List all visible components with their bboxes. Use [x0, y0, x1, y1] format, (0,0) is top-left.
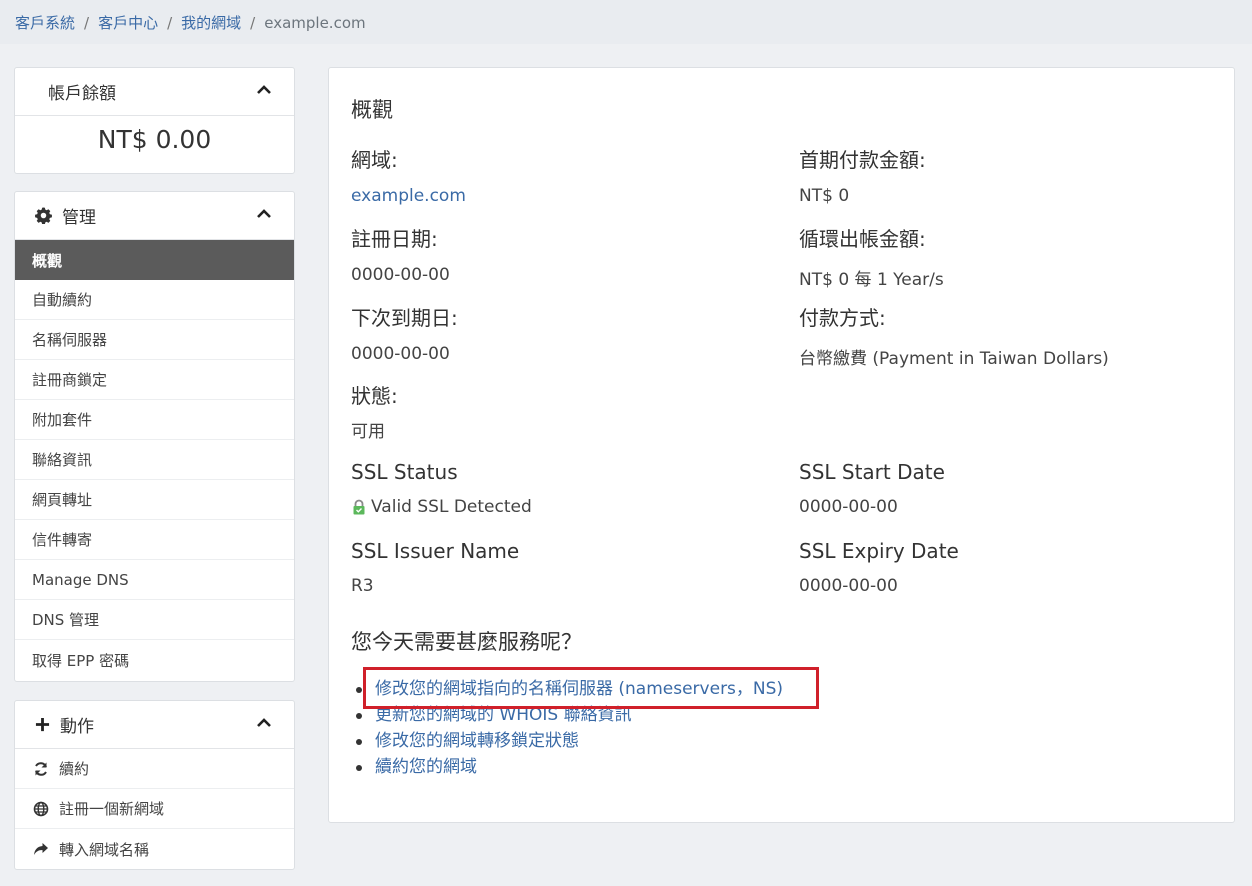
ssl-issuer-label: SSL Issuer Name	[351, 539, 520, 563]
payment-method-field: 付款方式: 台幣繳費 (Payment in Taiwan Dollars)	[799, 302, 1109, 369]
balance-panel-title: 帳戶餘額	[48, 84, 116, 104]
recurring-field: 循環出帳金額: NT$ 0 每 1 Year/s	[799, 223, 944, 290]
first-payment-label: 首期付款金額:	[799, 148, 926, 172]
ssl-status-field: SSL Status Valid SSL Detected	[351, 460, 532, 517]
menu-item-contact-info[interactable]: 聯絡資訊	[15, 440, 294, 480]
menu-item-registrar-lock[interactable]: 註冊商鎖定	[15, 360, 294, 400]
ssl-expiry-label: SSL Expiry Date	[799, 539, 959, 563]
breadcrumb-link-client-center[interactable]: 客戶中心	[98, 14, 158, 32]
ssl-start-field: SSL Start Date 0000-00-00	[799, 460, 945, 517]
gear-icon	[35, 207, 52, 224]
chevron-up-icon[interactable]	[256, 206, 272, 222]
menu-item-auto-renew[interactable]: 自動續約	[15, 280, 294, 320]
plus-icon	[35, 717, 50, 732]
ssl-status-value: Valid SSL Detected	[371, 497, 532, 517]
ssl-start-label: SSL Start Date	[799, 460, 945, 484]
menu-item-overview[interactable]: 概觀	[15, 240, 294, 280]
ssl-issuer-field: SSL Issuer Name R3	[351, 539, 519, 596]
domain-link[interactable]: example.com	[351, 186, 466, 206]
chevron-up-icon[interactable]	[256, 82, 272, 98]
breadcrumb: 客戶系統 / 客戶中心 / 我的網域 / example.com	[0, 0, 1252, 44]
domain-label: 網域:	[351, 148, 398, 172]
next-due-label: 下次到期日:	[351, 306, 458, 330]
refresh-icon	[35, 761, 47, 776]
reg-date-field: 註冊日期: 0000-00-00	[351, 223, 450, 285]
menu-item-epp-code[interactable]: 取得 EPP 密碼	[15, 640, 294, 680]
ssl-start-value: 0000-00-00	[799, 497, 898, 517]
balance-panel: 帳戶餘額 NT$ 0.00	[14, 67, 295, 174]
next-due-field: 下次到期日: 0000-00-00	[351, 302, 458, 364]
ssl-status-row: Valid SSL Detected	[351, 497, 532, 517]
overview-title: 概觀	[351, 98, 393, 122]
breadcrumb-separator: /	[250, 14, 256, 32]
domain-field: 網域: example.com	[351, 144, 466, 206]
manage-panel: 管理 概觀 自動續約 名稱伺服器 註冊商鎖定 附加套件 聯絡資訊 網頁轉址 信件…	[14, 191, 295, 682]
action-renew-label: 續約	[59, 760, 90, 778]
help-link-transfer-lock[interactable]: 修改您的網域轉移鎖定狀態	[355, 728, 783, 754]
action-register-domain[interactable]: 註冊一個新網域	[15, 789, 294, 829]
help-title: 您今天需要甚麼服務呢？	[351, 630, 582, 654]
ssl-expiry-field: SSL Expiry Date 0000-00-00	[799, 539, 959, 596]
balance-value: NT$ 0.00	[97, 125, 212, 154]
breadcrumb-link-my-domains[interactable]: 我的網域	[181, 14, 241, 32]
highlight-annotation-box	[363, 667, 819, 709]
status-value: 可用	[351, 422, 385, 442]
menu-item-email-forwarding[interactable]: 信件轉寄	[15, 520, 294, 560]
status-field: 狀態: 可用	[351, 380, 398, 442]
recurring-label: 循環出帳金額:	[799, 227, 926, 251]
menu-item-nameservers[interactable]: 名稱伺服器	[15, 320, 294, 360]
menu-item-dns-management[interactable]: DNS 管理	[15, 600, 294, 640]
manage-panel-title: 管理	[62, 208, 96, 228]
breadcrumb-link-client-system[interactable]: 客戶系統	[15, 14, 75, 32]
action-renew[interactable]: 續約	[15, 749, 294, 789]
reg-date-label: 註冊日期:	[351, 227, 438, 251]
actions-panel: 動作 續約 註冊一個新網域 轉入網域名稱	[14, 700, 295, 870]
actions-panel-header[interactable]: 動作	[15, 701, 294, 749]
next-due-value: 0000-00-00	[351, 344, 450, 364]
manage-panel-header[interactable]: 管理	[15, 192, 294, 240]
share-icon	[34, 843, 48, 855]
menu-item-addons[interactable]: 附加套件	[15, 400, 294, 440]
first-payment-value: NT$ 0	[799, 186, 850, 206]
ssl-expiry-value: 0000-00-00	[799, 576, 898, 596]
chevron-up-icon[interactable]	[256, 715, 272, 731]
lock-icon	[353, 499, 365, 515]
action-transfer-domain-label: 轉入網域名稱	[59, 840, 150, 859]
help-link-renew[interactable]: 續約您的網域	[355, 754, 783, 780]
balance-panel-header[interactable]: 帳戶餘額	[15, 68, 294, 116]
actions-panel-title: 動作	[60, 717, 94, 737]
status-label: 狀態:	[351, 384, 398, 408]
action-transfer-domain[interactable]: 轉入網域名稱	[15, 829, 294, 869]
overview-panel: 概觀 網域: example.com 首期付款金額: NT$ 0 註冊日期: 0…	[328, 67, 1235, 823]
payment-method-value: 台幣繳費 (Payment in Taiwan Dollars)	[799, 349, 1109, 369]
action-register-domain-label: 註冊一個新網域	[59, 800, 165, 818]
menu-item-url-forwarding[interactable]: 網頁轉址	[15, 480, 294, 520]
ssl-status-label: SSL Status	[351, 460, 458, 484]
recurring-value: NT$ 0 每 1 Year/s	[799, 270, 944, 290]
breadcrumb-separator: /	[84, 14, 90, 32]
breadcrumb-current: example.com	[264, 14, 366, 32]
reg-date-value: 0000-00-00	[351, 265, 450, 285]
first-payment-field: 首期付款金額: NT$ 0	[799, 144, 926, 206]
breadcrumb-separator: /	[167, 14, 173, 32]
menu-item-manage-dns[interactable]: Manage DNS	[15, 560, 294, 600]
payment-method-label: 付款方式:	[799, 306, 886, 330]
ssl-issuer-value: R3	[351, 576, 374, 596]
globe-icon	[33, 801, 49, 816]
